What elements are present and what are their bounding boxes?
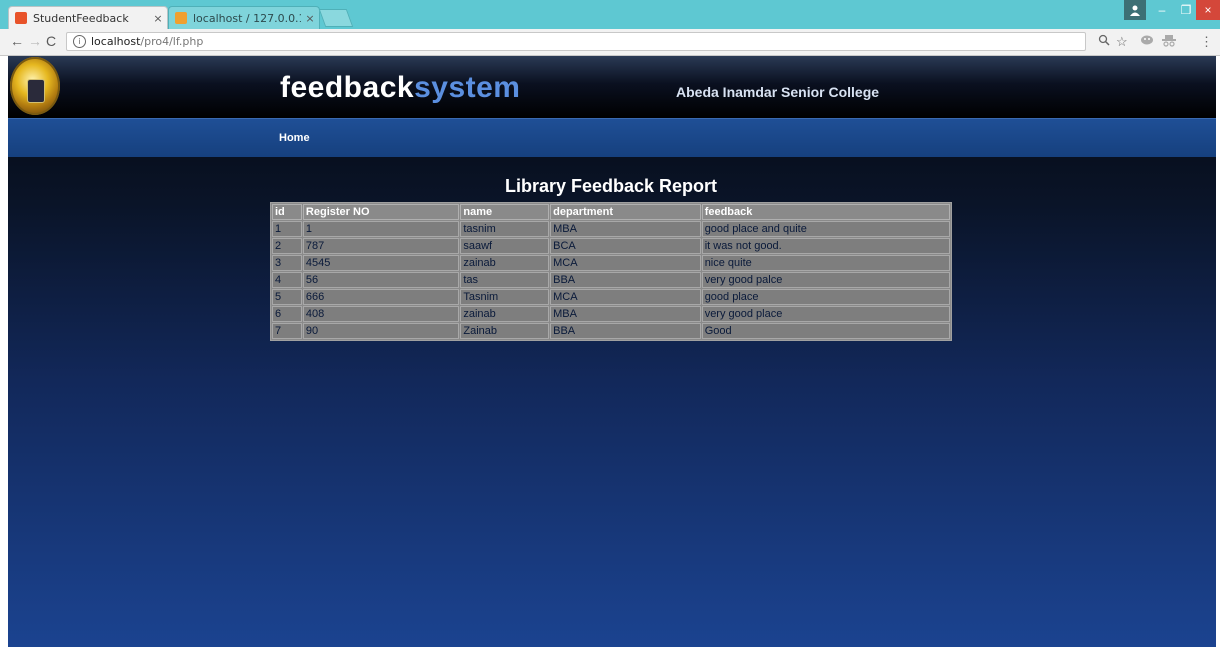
back-icon[interactable]: ← xyxy=(10,33,24,49)
tab-close-icon[interactable]: × xyxy=(149,12,167,25)
cell-name: zainab xyxy=(460,306,550,322)
tab-student-feedback[interactable]: StudentFeedback × xyxy=(8,6,168,29)
site-favicon-icon xyxy=(15,12,27,24)
cell-id: 7 xyxy=(272,323,302,339)
reload-icon[interactable]: C xyxy=(46,33,56,49)
forward-icon[interactable]: → xyxy=(28,33,42,49)
cell-name: tasnim xyxy=(460,221,550,237)
cell-feedback: very good palce xyxy=(701,272,950,288)
cell-department: MBA xyxy=(550,306,701,322)
cell-register-no: 666 xyxy=(302,289,460,305)
column-header-name: name xyxy=(460,204,550,220)
url-path: /pro4/lf.php xyxy=(140,35,204,48)
table-row: 6 408 zainab MBA very good place xyxy=(272,306,950,322)
cell-department: BBA xyxy=(550,272,701,288)
tab-title: localhost / 127.0.0.1 / fee xyxy=(193,11,301,25)
cell-register-no: 4545 xyxy=(302,255,460,271)
cell-id: 2 xyxy=(272,238,302,254)
cell-department: BBA xyxy=(550,323,701,339)
new-tab-button[interactable] xyxy=(318,9,354,27)
cell-name: Tasnim xyxy=(460,289,550,305)
zoom-icon[interactable] xyxy=(1098,34,1110,49)
cell-feedback: it was not good. xyxy=(701,238,950,254)
site-navbar: Home xyxy=(8,118,1216,157)
cell-register-no: 90 xyxy=(302,323,460,339)
site-brand: feedbacksystem xyxy=(280,70,520,106)
cell-feedback: good place and quite xyxy=(701,221,950,237)
cell-name: zainab xyxy=(460,255,550,271)
tab-title: StudentFeedback xyxy=(33,11,129,25)
cell-department: MCA xyxy=(550,289,701,305)
cell-department: BCA xyxy=(550,238,701,254)
college-name: Abeda Inamdar Senior College xyxy=(676,84,880,100)
table-row: 5 666 Tasnim MCA good place xyxy=(272,289,950,305)
cell-register-no: 56 xyxy=(302,272,460,288)
star-icon[interactable]: ☆ xyxy=(1116,34,1128,50)
table-row: 3 4545 zainab MCA nice quite xyxy=(272,255,950,271)
table-row: 1 1 tasnim MBA good place and quite xyxy=(272,221,950,237)
browser-tabstrip: StudentFeedback × localhost / 127.0.0.1 … xyxy=(0,0,1220,29)
cell-name: saawf xyxy=(460,238,550,254)
cell-feedback: very good place xyxy=(701,306,950,322)
phpmyadmin-favicon-icon xyxy=(175,12,187,24)
close-window-button[interactable]: × xyxy=(1196,0,1220,20)
cell-feedback: good place xyxy=(701,289,950,305)
tab-close-icon[interactable]: × xyxy=(301,12,319,25)
cell-feedback: nice quite xyxy=(701,255,950,271)
page-viewport: feedbacksystem Abeda Inamdar Senior Coll… xyxy=(8,56,1216,647)
minimize-button[interactable]: – xyxy=(1150,0,1174,20)
cell-name: Zainab xyxy=(460,323,550,339)
maximize-button[interactable]: ❐ xyxy=(1176,0,1196,20)
cell-register-no: 408 xyxy=(302,306,460,322)
cell-id: 6 xyxy=(272,306,302,322)
address-bar[interactable]: i localhost/pro4/lf.php xyxy=(66,32,1086,51)
column-header-feedback: feedback xyxy=(701,204,950,220)
cell-id: 3 xyxy=(272,255,302,271)
cell-register-no: 787 xyxy=(302,238,460,254)
cell-register-no: 1 xyxy=(302,221,460,237)
info-icon[interactable]: i xyxy=(73,35,86,48)
cell-department: MCA xyxy=(550,255,701,271)
browser-toolbar: ← → C i localhost/pro4/lf.php ☆ ⋮ xyxy=(0,29,1220,56)
incognito-icon[interactable] xyxy=(1162,34,1176,50)
feedback-table: id Register NO name department feedback … xyxy=(270,202,952,341)
column-header-department: department xyxy=(550,204,701,220)
column-header-id: id xyxy=(272,204,302,220)
nav-home-link[interactable]: Home xyxy=(279,132,310,144)
column-header-register-no: Register NO xyxy=(302,204,460,220)
table-header-row: id Register NO name department feedback xyxy=(272,204,950,220)
report-title: Library Feedback Report xyxy=(504,176,718,196)
cell-id: 1 xyxy=(272,221,302,237)
cell-department: MBA xyxy=(550,221,701,237)
menu-icon[interactable]: ⋮ xyxy=(1200,34,1213,50)
url-host: localhost xyxy=(91,35,141,48)
table-row: 2 787 saawf BCA it was not good. xyxy=(272,238,950,254)
cell-feedback: Good xyxy=(701,323,950,339)
cell-id: 5 xyxy=(272,289,302,305)
user-profile-icon[interactable] xyxy=(1124,0,1146,20)
brand-word-system: system xyxy=(414,71,521,104)
table-row: 4 56 tas BBA very good palce xyxy=(272,272,950,288)
table-row: 7 90 Zainab BBA Good xyxy=(272,323,950,339)
cell-id: 4 xyxy=(272,272,302,288)
brand-word-feedback: feedback xyxy=(280,71,415,104)
site-header: feedbacksystem Abeda Inamdar Senior Coll… xyxy=(8,56,1216,118)
tab-phpmyadmin[interactable]: localhost / 127.0.0.1 / fee × xyxy=(168,6,320,29)
college-logo xyxy=(10,57,60,115)
extension-icon[interactable] xyxy=(1140,34,1154,49)
cell-name: tas xyxy=(460,272,550,288)
